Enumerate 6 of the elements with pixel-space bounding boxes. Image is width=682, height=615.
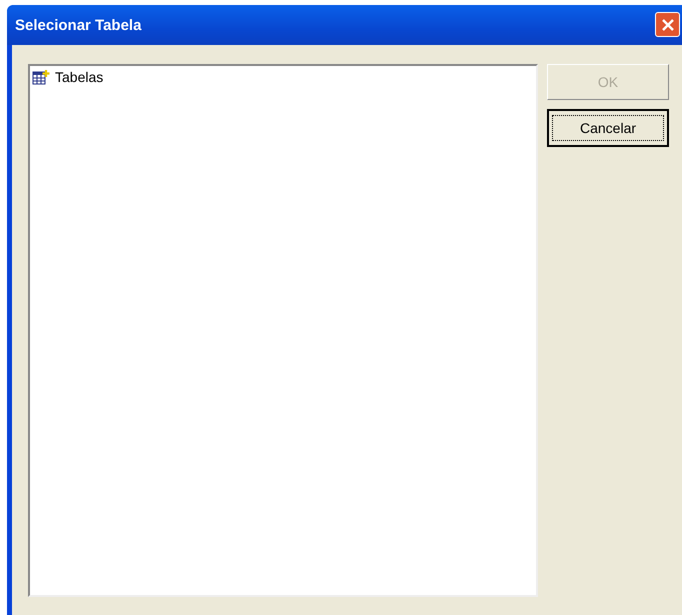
window-title: Selecionar Tabela <box>14 16 142 34</box>
table-icon <box>32 69 50 85</box>
close-icon <box>660 18 674 32</box>
cancel-button[interactable]: Cancelar <box>547 109 669 147</box>
close-button[interactable] <box>655 12 680 37</box>
tree-item[interactable]: Tabelas <box>53 69 106 85</box>
